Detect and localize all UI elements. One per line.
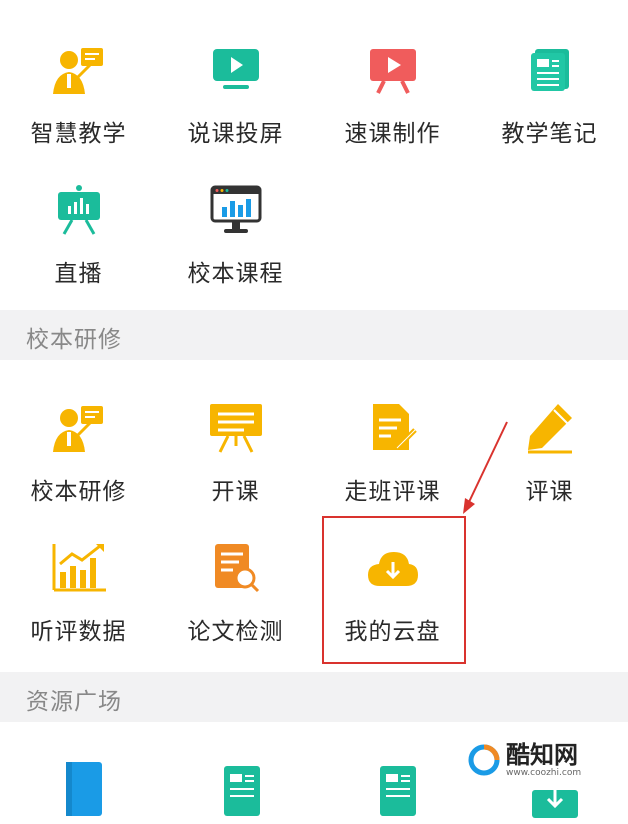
monitor-chart-icon xyxy=(206,180,266,240)
pencil-icon xyxy=(520,398,580,458)
item-label: 论文检测 xyxy=(187,619,284,645)
item-label: 智慧教学 xyxy=(30,121,127,147)
watermark: 酷知网 www.coozhi.com xyxy=(468,742,581,778)
section-header-resources: 资源广场 xyxy=(0,672,628,722)
download-tray-icon[interactable] xyxy=(530,780,580,824)
video-board-icon xyxy=(363,40,423,100)
screen-play-icon xyxy=(206,40,266,100)
notes-icon[interactable] xyxy=(376,764,420,820)
document-edit-icon xyxy=(363,398,423,458)
watermark-name: 酷知网 xyxy=(506,741,578,769)
live-easel-icon xyxy=(49,180,109,240)
item-label: 评课 xyxy=(525,479,574,505)
notes-icon xyxy=(520,40,580,100)
quick-course-item[interactable]: 速课制作 xyxy=(314,40,471,160)
item-label: 开课 xyxy=(211,479,260,505)
item-label: 直播 xyxy=(54,261,103,287)
teacher-icon xyxy=(49,40,109,100)
school-course-item[interactable]: 校本课程 xyxy=(157,180,314,300)
open-class-item[interactable]: 开课 xyxy=(157,398,314,518)
watermark-url: www.coozhi.com xyxy=(506,768,582,778)
screen-cast-item[interactable]: 说课投屏 xyxy=(157,40,314,160)
item-label: 校本研修 xyxy=(30,479,127,505)
book-icon[interactable] xyxy=(62,760,106,820)
item-label: 教学笔记 xyxy=(501,121,598,147)
listening-data-item[interactable]: 听评数据 xyxy=(0,538,157,658)
smart-teaching-item[interactable]: 智慧教学 xyxy=(0,40,157,160)
paper-check-item[interactable]: 论文检测 xyxy=(157,538,314,658)
bar-chart-icon xyxy=(49,538,109,598)
item-label: 走班评课 xyxy=(344,479,441,505)
teacher-icon xyxy=(49,398,109,458)
notes-icon[interactable] xyxy=(220,764,264,820)
school-training-item[interactable]: 校本研修 xyxy=(0,398,157,518)
item-label: 校本课程 xyxy=(187,261,284,287)
annotation-arrow xyxy=(463,421,508,514)
item-label: 听评数据 xyxy=(30,619,127,645)
watermark-logo-icon xyxy=(468,744,500,776)
presentation-icon xyxy=(206,398,266,458)
class-review-item[interactable]: 走班评课 xyxy=(314,398,471,518)
live-item[interactable]: 直播 xyxy=(0,180,157,300)
item-label: 说课投屏 xyxy=(187,121,284,147)
item-label: 速课制作 xyxy=(344,121,441,147)
document-search-icon xyxy=(206,538,266,598)
teaching-notes-item[interactable]: 教学笔记 xyxy=(471,40,628,160)
section-header-school-training: 校本研修 xyxy=(0,310,628,360)
section-title: 校本研修 xyxy=(26,327,122,353)
section-title: 资源广场 xyxy=(26,689,122,715)
highlight-box xyxy=(322,516,466,664)
